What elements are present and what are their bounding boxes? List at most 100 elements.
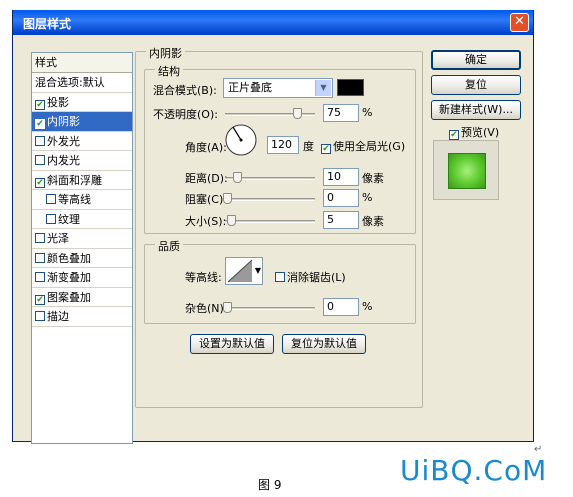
preview-label: 预览(V) bbox=[461, 126, 500, 139]
style-list-item-label: 描边 bbox=[47, 310, 69, 323]
choke-input[interactable]: 0 bbox=[323, 189, 359, 207]
angle-dial-icon bbox=[225, 124, 257, 156]
angle-label: 角度(A): bbox=[185, 141, 227, 154]
preview-thumbnail bbox=[448, 153, 486, 189]
global-light-label: 使用全局光(G) bbox=[333, 140, 406, 153]
style-list-item-label: 光泽 bbox=[47, 232, 69, 245]
ok-button[interactable]: 确定 bbox=[431, 50, 521, 70]
preview-check-icon: ✔ bbox=[449, 130, 459, 140]
set-default-button[interactable]: 设置为默认值 bbox=[190, 334, 274, 354]
contour-picker[interactable]: ▼ bbox=[225, 257, 263, 285]
checkbox-icon[interactable] bbox=[35, 233, 45, 243]
layer-style-dialog: 图层样式 ✕ 样式 混合选项:默认 ✔ 投影 ✔ 内阴影 外发光 内发光 ✔ 斜面和浮雕 等高线纹… bbox=[12, 10, 534, 444]
reset-default-button[interactable]: 复位为默认值 bbox=[282, 334, 366, 354]
size-label: 大小(S): bbox=[185, 215, 227, 228]
choke-slider-track[interactable] bbox=[225, 198, 315, 201]
noise-unit: % bbox=[362, 300, 373, 313]
checkbox-icon[interactable] bbox=[46, 194, 56, 204]
style-preview bbox=[433, 140, 499, 200]
style-list-item[interactable]: ✔ 斜面和浮雕 bbox=[32, 171, 132, 190]
inner-shadow-group: 内阴影 结构 混合模式(B): 正片叠底 ▼ 不透明度(O): 75 % 角度(… bbox=[135, 45, 423, 408]
shadow-color-swatch[interactable] bbox=[337, 79, 364, 96]
size-slider-thumb[interactable] bbox=[227, 215, 236, 226]
style-list-item[interactable]: ✔ 投影 bbox=[32, 93, 132, 112]
choke-label: 阻塞(C): bbox=[185, 193, 227, 206]
angle-unit: 度 bbox=[303, 140, 314, 153]
style-list-item-label: 内阴影 bbox=[47, 115, 80, 128]
distance-input[interactable]: 10 bbox=[323, 168, 359, 186]
figure-caption: 图 9 bbox=[258, 478, 282, 492]
style-list-item-label: 混合选项:默认 bbox=[35, 76, 105, 89]
style-list-item[interactable]: 渐变叠加 bbox=[32, 268, 132, 288]
checkbox-icon[interactable] bbox=[35, 311, 45, 321]
style-list-item[interactable]: 纹理 bbox=[32, 210, 132, 229]
opacity-slider-thumb[interactable] bbox=[293, 108, 302, 119]
noise-slider-thumb[interactable] bbox=[223, 302, 232, 313]
checkbox-icon[interactable] bbox=[46, 213, 56, 224]
chevron-down-icon: ▼ bbox=[315, 80, 331, 96]
style-list-item-label: 外发光 bbox=[47, 134, 80, 148]
style-list-item[interactable]: ✔ 图案叠加 bbox=[32, 288, 132, 307]
style-list-item-label: 内发光 bbox=[47, 154, 80, 167]
checkbox-icon[interactable] bbox=[35, 155, 45, 165]
contour-dropdown-icon[interactable]: ▼ bbox=[255, 266, 261, 275]
angle-input[interactable]: 120 bbox=[267, 136, 299, 154]
angle-dial[interactable] bbox=[225, 124, 257, 156]
structure-title: 结构 bbox=[155, 63, 183, 79]
style-list-item[interactable]: 混合选项:默认 bbox=[32, 73, 132, 93]
size-input[interactable]: 5 bbox=[323, 211, 359, 229]
noise-label: 杂色(N): bbox=[185, 302, 228, 315]
style-list-item-label: 投影 bbox=[47, 95, 69, 109]
style-list-item-label: 渐变叠加 bbox=[47, 271, 91, 284]
checkbox-icon[interactable] bbox=[35, 272, 45, 282]
contour-curve-icon bbox=[227, 259, 253, 283]
style-list-item-label: 斜面和浮雕 bbox=[47, 173, 102, 187]
opacity-unit: % bbox=[362, 106, 373, 119]
anti-alias-label: 消除锯齿(L) bbox=[287, 271, 346, 284]
style-list-item-label: 图案叠加 bbox=[47, 290, 91, 304]
style-list-item[interactable]: 等高线 bbox=[32, 190, 132, 210]
checkbox-icon[interactable]: ✔ bbox=[35, 119, 45, 129]
anti-alias-checkbox[interactable]: 消除锯齿(L) bbox=[275, 269, 346, 285]
distance-label: 距离(D): bbox=[185, 172, 228, 185]
style-list-item[interactable]: 描边 bbox=[32, 307, 132, 327]
style-list-item[interactable]: 内发光 bbox=[32, 151, 132, 171]
noise-slider-track[interactable] bbox=[225, 307, 315, 310]
size-slider-track[interactable] bbox=[225, 220, 315, 223]
checkbox-icon[interactable] bbox=[35, 135, 45, 146]
distance-unit: 像素 bbox=[362, 172, 384, 185]
watermark-logo: UiBQ.CoM bbox=[400, 454, 548, 487]
checkbox-icon[interactable]: ✔ bbox=[35, 294, 45, 305]
styles-header[interactable]: 样式 bbox=[32, 53, 132, 73]
style-list-item[interactable]: 光泽 bbox=[32, 229, 132, 249]
contour-label: 等高线: bbox=[185, 271, 222, 284]
preview-checkbox[interactable]: ✔ 预览(V) bbox=[449, 124, 499, 140]
structure-group: 结构 混合模式(B): 正片叠底 ▼ 不透明度(O): 75 % 角度(A): … bbox=[144, 63, 416, 234]
global-light-check-icon: ✔ bbox=[321, 144, 331, 154]
close-icon: ✕ bbox=[514, 14, 525, 29]
blend-mode-label: 混合模式(B): bbox=[153, 84, 217, 97]
close-button[interactable]: ✕ bbox=[510, 13, 529, 32]
opacity-input[interactable]: 75 bbox=[323, 104, 359, 122]
blend-mode-select[interactable]: 正片叠底 ▼ bbox=[223, 78, 333, 98]
reset-button[interactable]: 复位 bbox=[431, 75, 521, 95]
new-style-button[interactable]: 新建样式(W)... bbox=[431, 100, 521, 120]
style-list-item[interactable]: ✔ 内阴影 bbox=[32, 112, 132, 132]
style-list-item-label: 纹理 bbox=[58, 212, 80, 226]
title-bar[interactable]: 图层样式 ✕ bbox=[13, 10, 533, 35]
global-light-checkbox[interactable]: ✔ 使用全局光(G) bbox=[321, 138, 405, 154]
checkbox-icon[interactable] bbox=[35, 252, 45, 263]
style-list-item[interactable]: 外发光 bbox=[32, 132, 132, 151]
choke-unit: % bbox=[362, 191, 373, 204]
choke-slider-thumb[interactable] bbox=[223, 193, 232, 204]
inner-shadow-title: 内阴影 bbox=[146, 45, 185, 61]
style-list-item-label: 等高线 bbox=[58, 193, 91, 206]
checkbox-icon[interactable]: ✔ bbox=[35, 177, 45, 188]
opacity-label: 不透明度(O): bbox=[153, 108, 218, 121]
checkbox-icon[interactable]: ✔ bbox=[35, 99, 45, 110]
blend-mode-value: 正片叠底 bbox=[228, 81, 272, 94]
noise-input[interactable]: 0 bbox=[323, 298, 359, 316]
style-list-item[interactable]: 颜色叠加 bbox=[32, 249, 132, 268]
quality-title: 品质 bbox=[155, 238, 183, 254]
distance-slider-thumb[interactable] bbox=[233, 172, 242, 183]
